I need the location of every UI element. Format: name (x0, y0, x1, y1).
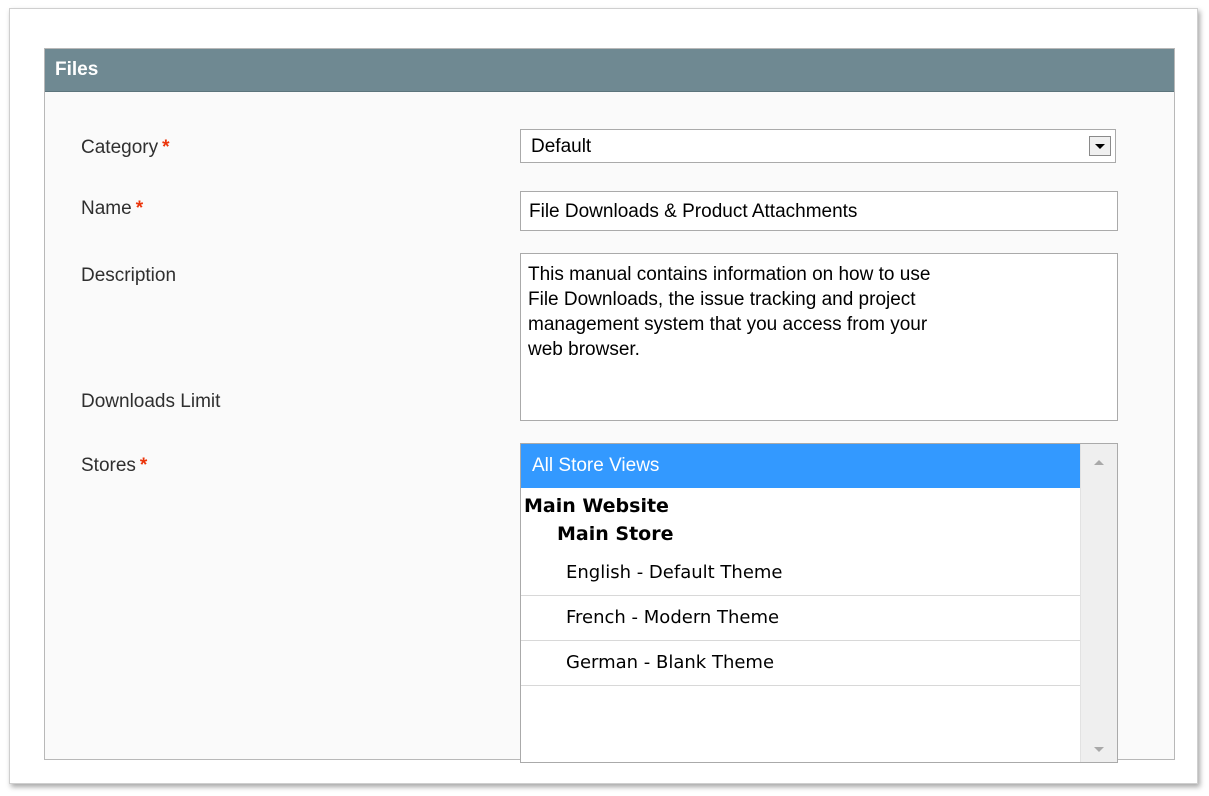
description-textarea[interactable]: This manual contains information on how … (520, 253, 1118, 421)
optgroup-main-website: Main Website (524, 495, 669, 517)
name-label: Name * (81, 198, 143, 220)
category-select[interactable]: Default (520, 129, 1116, 163)
downloads-limit-label: Downloads Limit (81, 391, 221, 412)
optgroup-main-store: Main Store (557, 523, 674, 545)
option-store-view[interactable]: English - Default Theme (521, 551, 1082, 596)
scroll-down-arrow-icon[interactable] (1094, 747, 1104, 752)
name-input[interactable]: File Downloads & Product Attachments (520, 191, 1118, 231)
scroll-up-arrow-icon[interactable] (1094, 460, 1104, 465)
category-selected-value: Default (531, 136, 592, 157)
chevron-down-icon (1095, 144, 1105, 149)
required-asterisk: * (135, 198, 144, 219)
stores-label-text: Stores (81, 455, 136, 476)
name-label-text: Name (81, 198, 132, 219)
dropdown-arrow-button[interactable] (1089, 136, 1111, 156)
category-label: Category * (81, 137, 170, 159)
option-store-view[interactable]: French - Modern Theme (521, 596, 1082, 641)
category-label-text: Category (81, 137, 159, 158)
stores-options: All Store Views Main Website Main Store … (521, 444, 1082, 686)
stores-multiselect[interactable]: All Store Views Main Website Main Store … (520, 443, 1118, 763)
required-asterisk: * (162, 137, 170, 158)
option-store-view[interactable]: German - Blank Theme (521, 641, 1082, 686)
scrollbar[interactable] (1080, 444, 1117, 762)
section-title: Files (45, 49, 1174, 92)
stores-label: Stores * (81, 455, 147, 477)
option-all-store-views[interactable]: All Store Views (521, 444, 1082, 488)
description-label: Description (81, 265, 177, 286)
required-asterisk: * (139, 455, 148, 476)
